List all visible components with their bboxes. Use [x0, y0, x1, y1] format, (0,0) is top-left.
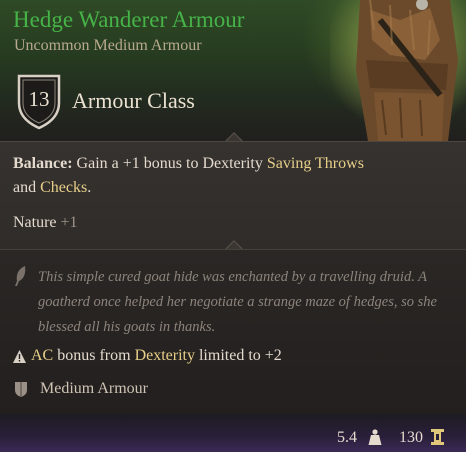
restriction-text-1: bonus from [57, 347, 131, 364]
dexterity-limit-note: AC bonus from Dexterity limited to +2 [31, 347, 282, 365]
weight-value: 5.4 [337, 429, 357, 446]
nature-bonus: +1 [60, 214, 78, 231]
balance-text-1: Gain a +1 bonus to Dexterity [76, 155, 263, 172]
restriction-text-2: limited to +2 [198, 347, 282, 364]
dexterity-keyword[interactable]: Dexterity [135, 347, 195, 364]
armour-type-label: Medium Armour [40, 380, 148, 397]
flavor-text: This simple cured goat hide was enchante… [38, 269, 437, 335]
balance-label: Balance: [13, 155, 73, 172]
nature-property: Nature +1 [13, 211, 453, 235]
balance-text-2: and [13, 179, 37, 196]
checks-keyword[interactable]: Checks [40, 179, 87, 196]
balance-text-3: . [87, 179, 92, 196]
armour-art-image [330, 0, 466, 141]
gold-coin-icon [431, 429, 444, 445]
tooltip-footer [0, 414, 466, 452]
armour-class-value: 13 [28, 87, 50, 111]
price-value: 130 [399, 429, 423, 446]
saving-throws-keyword[interactable]: Saving Throws [267, 155, 364, 172]
tooltip-header: Hedge Wanderer Armour Uncommon Medium Ar… [0, 0, 466, 141]
quill-icon [15, 266, 26, 286]
balance-property: Balance: Gain a +1 bonus to Dexterity Sa… [13, 152, 453, 200]
armour-class-label: Armour Class [72, 88, 195, 113]
weight-icon [368, 429, 382, 445]
nature-label: Nature [13, 214, 57, 231]
item-tooltip: Hedge Wanderer Armour Uncommon Medium Ar… [0, 0, 466, 452]
ac-keyword[interactable]: AC [31, 347, 53, 364]
warning-icon [13, 350, 26, 363]
armour-icon [15, 382, 27, 397]
item-name: Hedge Wanderer Armour [13, 7, 245, 32]
item-rarity-type: Uncommon Medium Armour [14, 37, 202, 54]
